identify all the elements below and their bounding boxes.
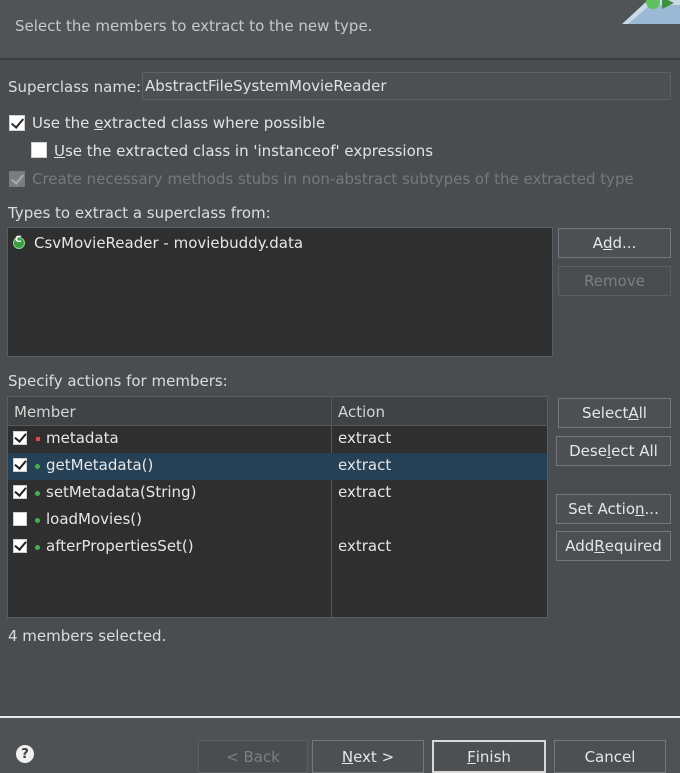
members-label: Specify actions for members:	[8, 372, 228, 390]
select-all-button[interactable]: Select All	[558, 398, 671, 428]
type-item[interactable]: CsvMovieReader - moviebuddy.data	[13, 232, 303, 254]
types-label: Types to extract a superclass from:	[8, 204, 271, 222]
header-description: Select the members to extract to the new…	[15, 17, 373, 35]
wizard-banner-icon	[622, 0, 680, 24]
field-icon	[36, 437, 40, 441]
cancel-button[interactable]: Cancel	[554, 740, 666, 773]
method-icon	[35, 518, 40, 523]
table-row[interactable]: loadMovies()	[8, 507, 547, 534]
method-icon	[35, 464, 40, 469]
superclass-name-label: Superclass name:	[8, 78, 142, 96]
type-item-label: CsvMovieReader - moviebuddy.data	[34, 234, 304, 252]
create-stubs-label: Create necessary methods stubs in non-ab…	[32, 170, 634, 188]
member-checkbox[interactable]	[13, 485, 27, 499]
create-stubs-checkbox	[9, 171, 25, 187]
column-action[interactable]: Action	[338, 403, 385, 421]
member-name: metadata	[46, 429, 119, 447]
back-button: < Back	[198, 740, 308, 773]
member-checkbox[interactable]	[13, 512, 27, 526]
next-button[interactable]: Next >	[312, 740, 424, 773]
superclass-name-input[interactable]	[142, 72, 671, 100]
table-row[interactable]: afterPropertiesSet() extract	[8, 534, 547, 561]
member-name: afterPropertiesSet()	[46, 537, 194, 555]
table-row[interactable]: metadata extract	[8, 426, 547, 453]
remove-type-button: Remove	[558, 266, 671, 296]
use-instanceof-checkbox[interactable]	[31, 142, 47, 158]
member-name: loadMovies()	[46, 510, 142, 528]
set-action-button[interactable]: Set Actio n...	[556, 494, 671, 524]
finish-button[interactable]: Finish	[432, 740, 546, 773]
class-icon	[13, 235, 25, 249]
column-member[interactable]: Member	[14, 403, 76, 421]
member-name: setMetadata(String)	[46, 483, 197, 501]
members-status: 4 members selected.	[8, 627, 167, 645]
table-row[interactable]: getMetadata() extract	[8, 453, 547, 480]
wizard-header: Select the members to extract to the new…	[0, 0, 680, 58]
add-type-button[interactable]: Ad d...	[558, 228, 671, 258]
add-required-button[interactable]: Add Required	[556, 531, 671, 561]
table-row[interactable]: setMetadata(String) extract	[8, 480, 547, 507]
member-action[interactable]: extract	[338, 537, 391, 555]
member-checkbox[interactable]	[13, 458, 27, 472]
method-icon	[35, 491, 40, 496]
help-icon[interactable]: ?	[16, 745, 34, 763]
members-table[interactable]: Member Action metadata extract getMetada…	[7, 396, 548, 618]
method-icon	[35, 545, 40, 550]
use-extracted-class-label[interactable]: Use the extracted class where possible	[32, 114, 325, 132]
use-extracted-class-checkbox[interactable]	[9, 115, 25, 131]
member-name: getMetadata()	[46, 456, 154, 474]
member-checkbox[interactable]	[13, 539, 27, 553]
use-instanceof-label[interactable]: Use the extracted class in 'instanceof' …	[54, 142, 433, 160]
member-action[interactable]: extract	[338, 456, 391, 474]
member-action[interactable]: extract	[338, 483, 391, 501]
deselect-all-button[interactable]: Dese l ect All	[556, 436, 671, 466]
member-action[interactable]: extract	[338, 429, 391, 447]
member-checkbox[interactable]	[13, 431, 27, 445]
types-list[interactable]: CsvMovieReader - moviebuddy.data	[7, 227, 553, 357]
table-header: Member Action	[8, 397, 547, 426]
